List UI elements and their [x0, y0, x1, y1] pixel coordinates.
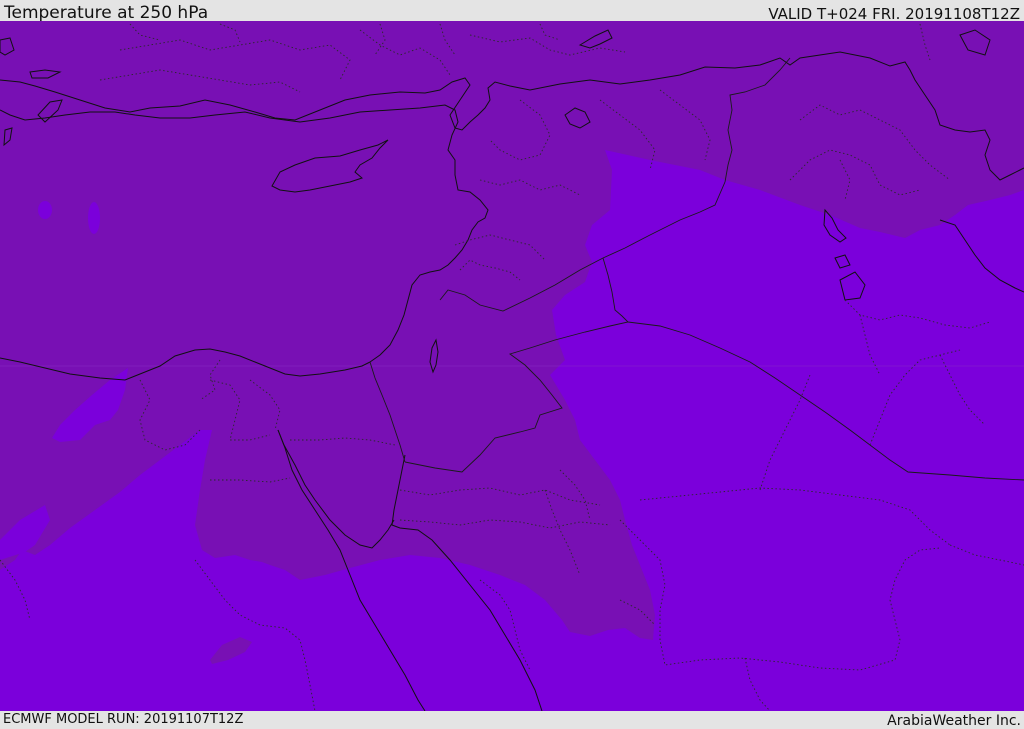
warm-pocket-small-1 — [38, 201, 52, 219]
map-title: Temperature at 250 hPa — [4, 3, 209, 23]
footer-bar: ECMWF MODEL RUN: 20191107T12Z ArabiaWeat… — [0, 711, 1024, 729]
weather-map[interactable] — [0, 21, 1024, 711]
credit-label: ArabiaWeather Inc. — [887, 713, 1021, 729]
model-run: ECMWF MODEL RUN: 20191107T12Z — [3, 712, 244, 727]
header-bar: Temperature at 250 hPa VALID T+024 FRI. … — [0, 0, 1024, 23]
warm-pocket-small-2 — [88, 202, 100, 234]
